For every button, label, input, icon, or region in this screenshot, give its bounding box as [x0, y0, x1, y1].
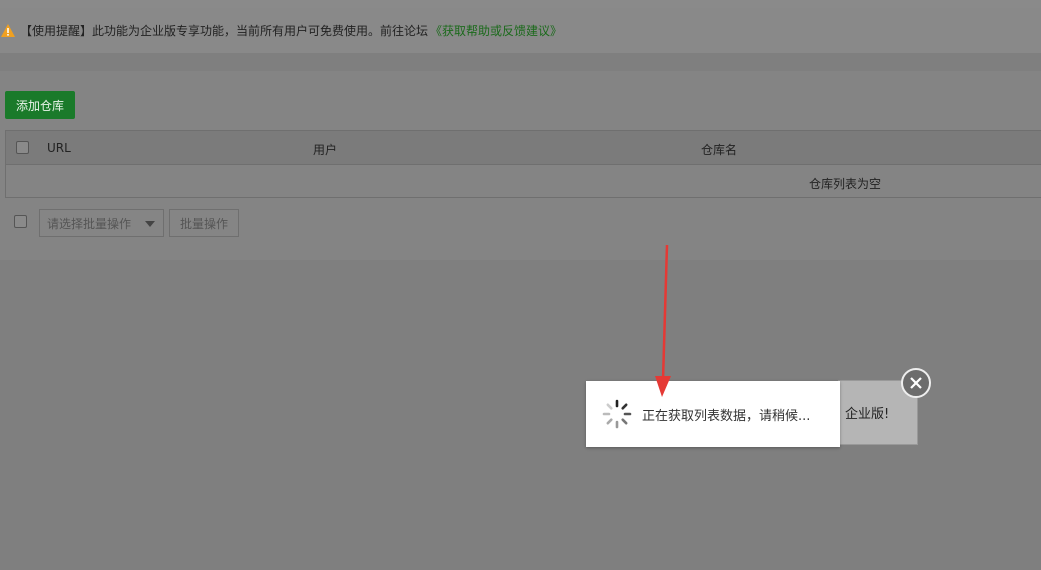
red-arrow-annotation [655, 244, 671, 397]
notice-bar: 【使用提醒】此功能为企业版专享功能，当前所有用户可免费使用。前往论坛 《获取帮助… [0, 8, 1041, 53]
column-repo-name: 仓库名 [701, 143, 738, 157]
help-feedback-link[interactable]: 《获取帮助或反馈建议》 [430, 22, 562, 39]
chevron-down-icon [145, 221, 155, 227]
loading-spinner-icon [602, 399, 632, 429]
background-dialog-text: 企业版! [845, 407, 890, 422]
batch-operation-button[interactable]: 批量操作 [169, 209, 239, 237]
empty-state-text: 仓库列表为空 [809, 177, 882, 191]
column-user: 用户 [313, 143, 338, 157]
table-header: URL 用户 仓库名 [6, 131, 1041, 165]
loading-message: 正在获取列表数据，请稍候... [642, 409, 811, 424]
repository-table: URL 用户 仓库名 仓库列表为空 [5, 130, 1041, 198]
notice-text: 【使用提醒】此功能为企业版专享功能，当前所有用户可免费使用。前往论坛 [20, 24, 429, 38]
select-all-checkbox[interactable] [16, 141, 29, 154]
footer-select-checkbox[interactable] [14, 215, 27, 228]
add-repository-button[interactable]: 添加仓库 [5, 91, 75, 119]
select-placeholder: 请选择批量操作 [47, 216, 132, 231]
top-strip [0, 0, 1041, 8]
close-dialog-button[interactable] [901, 368, 931, 398]
close-icon [910, 377, 922, 389]
batch-operation-select[interactable]: 请选择批量操作 [39, 209, 164, 237]
column-url: URL [47, 141, 71, 155]
warning-icon [1, 23, 15, 37]
loading-toast: 正在获取列表数据，请稍候... [586, 381, 840, 447]
